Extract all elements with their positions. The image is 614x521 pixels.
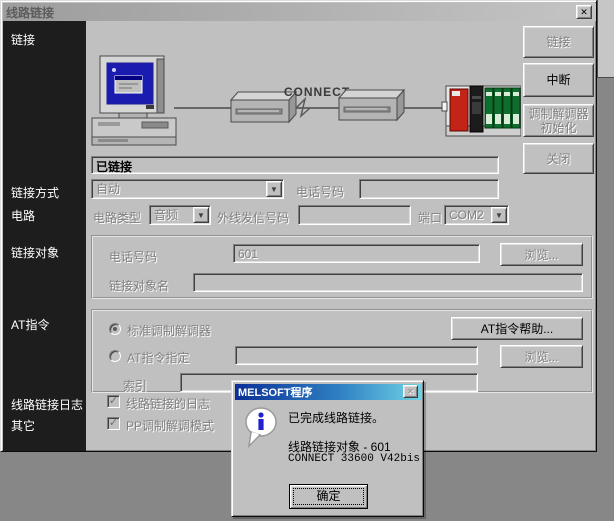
sidebar-item-circuit: 电路 <box>11 207 35 224</box>
ok-button[interactable]: 确定 <box>289 484 368 509</box>
link-method-combobox[interactable]: 自动 ▼ <box>91 179 284 199</box>
info-icon <box>243 406 281 450</box>
phone-number-field[interactable] <box>359 179 499 199</box>
titlebar[interactable]: 线路链接 <box>3 3 596 21</box>
at-specify-field[interactable] <box>235 346 478 365</box>
interrupt-button[interactable]: 中断 <box>523 63 594 97</box>
background-window-fragment <box>597 0 614 78</box>
close-icon[interactable]: ✕ <box>403 385 418 398</box>
port-label: 端口 <box>418 209 442 226</box>
sidebar-item-link-target: 链接对象 <box>11 244 59 261</box>
port-combobox[interactable]: COM2 ▼ <box>444 205 509 225</box>
browse-button[interactable]: 浏览... <box>500 345 583 368</box>
phone-number-label: 电话号码 <box>296 183 344 200</box>
close-icon[interactable]: ✕ <box>576 5 592 19</box>
circuit-type-combobox[interactable]: 音频 ▼ <box>149 205 211 225</box>
modem-icon <box>339 90 404 120</box>
link-target-group: 电话号码 601 浏览... 链接对象名 <box>91 235 593 299</box>
sidebar: 链接 链接方式 电路 链接对象 AT指令 线路链接日志 其它 <box>3 21 86 451</box>
at-help-button[interactable]: AT指令帮助... <box>451 317 583 340</box>
index-label: 索引 <box>123 377 147 394</box>
plc-icon <box>442 86 521 136</box>
check-icon: ✓ <box>109 417 118 429</box>
target-name-label: 链接对象名 <box>109 277 169 294</box>
sidebar-item-line-log: 线路链接日志 <box>11 396 83 413</box>
circuit-type-value: 音频 <box>154 208 192 223</box>
sidebar-item-at-command: AT指令 <box>11 316 49 333</box>
chevron-down-icon[interactable]: ▼ <box>193 207 209 223</box>
dialog-message-line1: 已完成线路链接。 <box>288 409 384 426</box>
link-method-value: 自动 <box>96 182 265 197</box>
target-phone-label: 电话号码 <box>109 248 157 265</box>
sidebar-item-link: 链接 <box>11 31 35 48</box>
window-title: 线路链接 <box>6 4 54 21</box>
melsoft-message-dialog: MELSOFT程序 ✕ 已完成线路链接。 线路链接对象 - 601 CONNEC… <box>231 380 424 517</box>
status-value: 已链接 <box>96 158 132 175</box>
port-value: COM2 <box>449 208 490 223</box>
dialog-title: MELSOFT程序 <box>238 384 313 400</box>
pp-modem-checkbox[interactable]: ✓ <box>107 417 120 430</box>
close-button[interactable]: 关闭 <box>523 143 594 174</box>
check-icon: ✓ <box>109 395 118 407</box>
browse-button[interactable]: 浏览... <box>500 243 583 266</box>
target-phone-field[interactable]: 601 <box>233 244 480 263</box>
ok-button-label: 确定 <box>293 488 364 505</box>
outside-dial-field[interactable] <box>298 205 411 225</box>
standard-modem-label: 标准调制解调器 <box>127 322 211 339</box>
at-specify-label: AT指令指定 <box>127 349 189 366</box>
connect-button[interactable]: 链接 <box>523 26 594 58</box>
line-log-label: 线路链接的日志 <box>126 395 210 412</box>
standard-modem-radio[interactable] <box>109 323 121 335</box>
pp-modem-label: PP调制解调模式 <box>126 417 214 434</box>
dialog-message-line3: CONNECT 33600 V42bis <box>288 453 420 465</box>
target-name-field[interactable] <box>193 273 583 292</box>
dialog-titlebar[interactable]: MELSOFT程序 <box>235 384 422 400</box>
sidebar-item-other: 其它 <box>11 417 35 434</box>
sidebar-item-link-method: 链接方式 <box>11 184 59 201</box>
line-log-checkbox[interactable]: ✓ <box>107 395 120 408</box>
at-specify-radio[interactable] <box>109 350 121 362</box>
chevron-down-icon[interactable]: ▼ <box>491 207 507 223</box>
computer-icon <box>92 56 176 145</box>
modem-init-button[interactable]: 调制解调器初始化 <box>523 104 594 137</box>
outside-dial-label: 外线发信号码 <box>217 209 289 226</box>
circuit-type-label: 电路类型 <box>93 209 141 226</box>
target-phone-value: 601 <box>238 247 461 262</box>
chevron-down-icon[interactable]: ▼ <box>266 181 282 197</box>
connection-graphic: CONNECT <box>86 26 521 156</box>
status-field: 已链接 <box>91 156 499 174</box>
